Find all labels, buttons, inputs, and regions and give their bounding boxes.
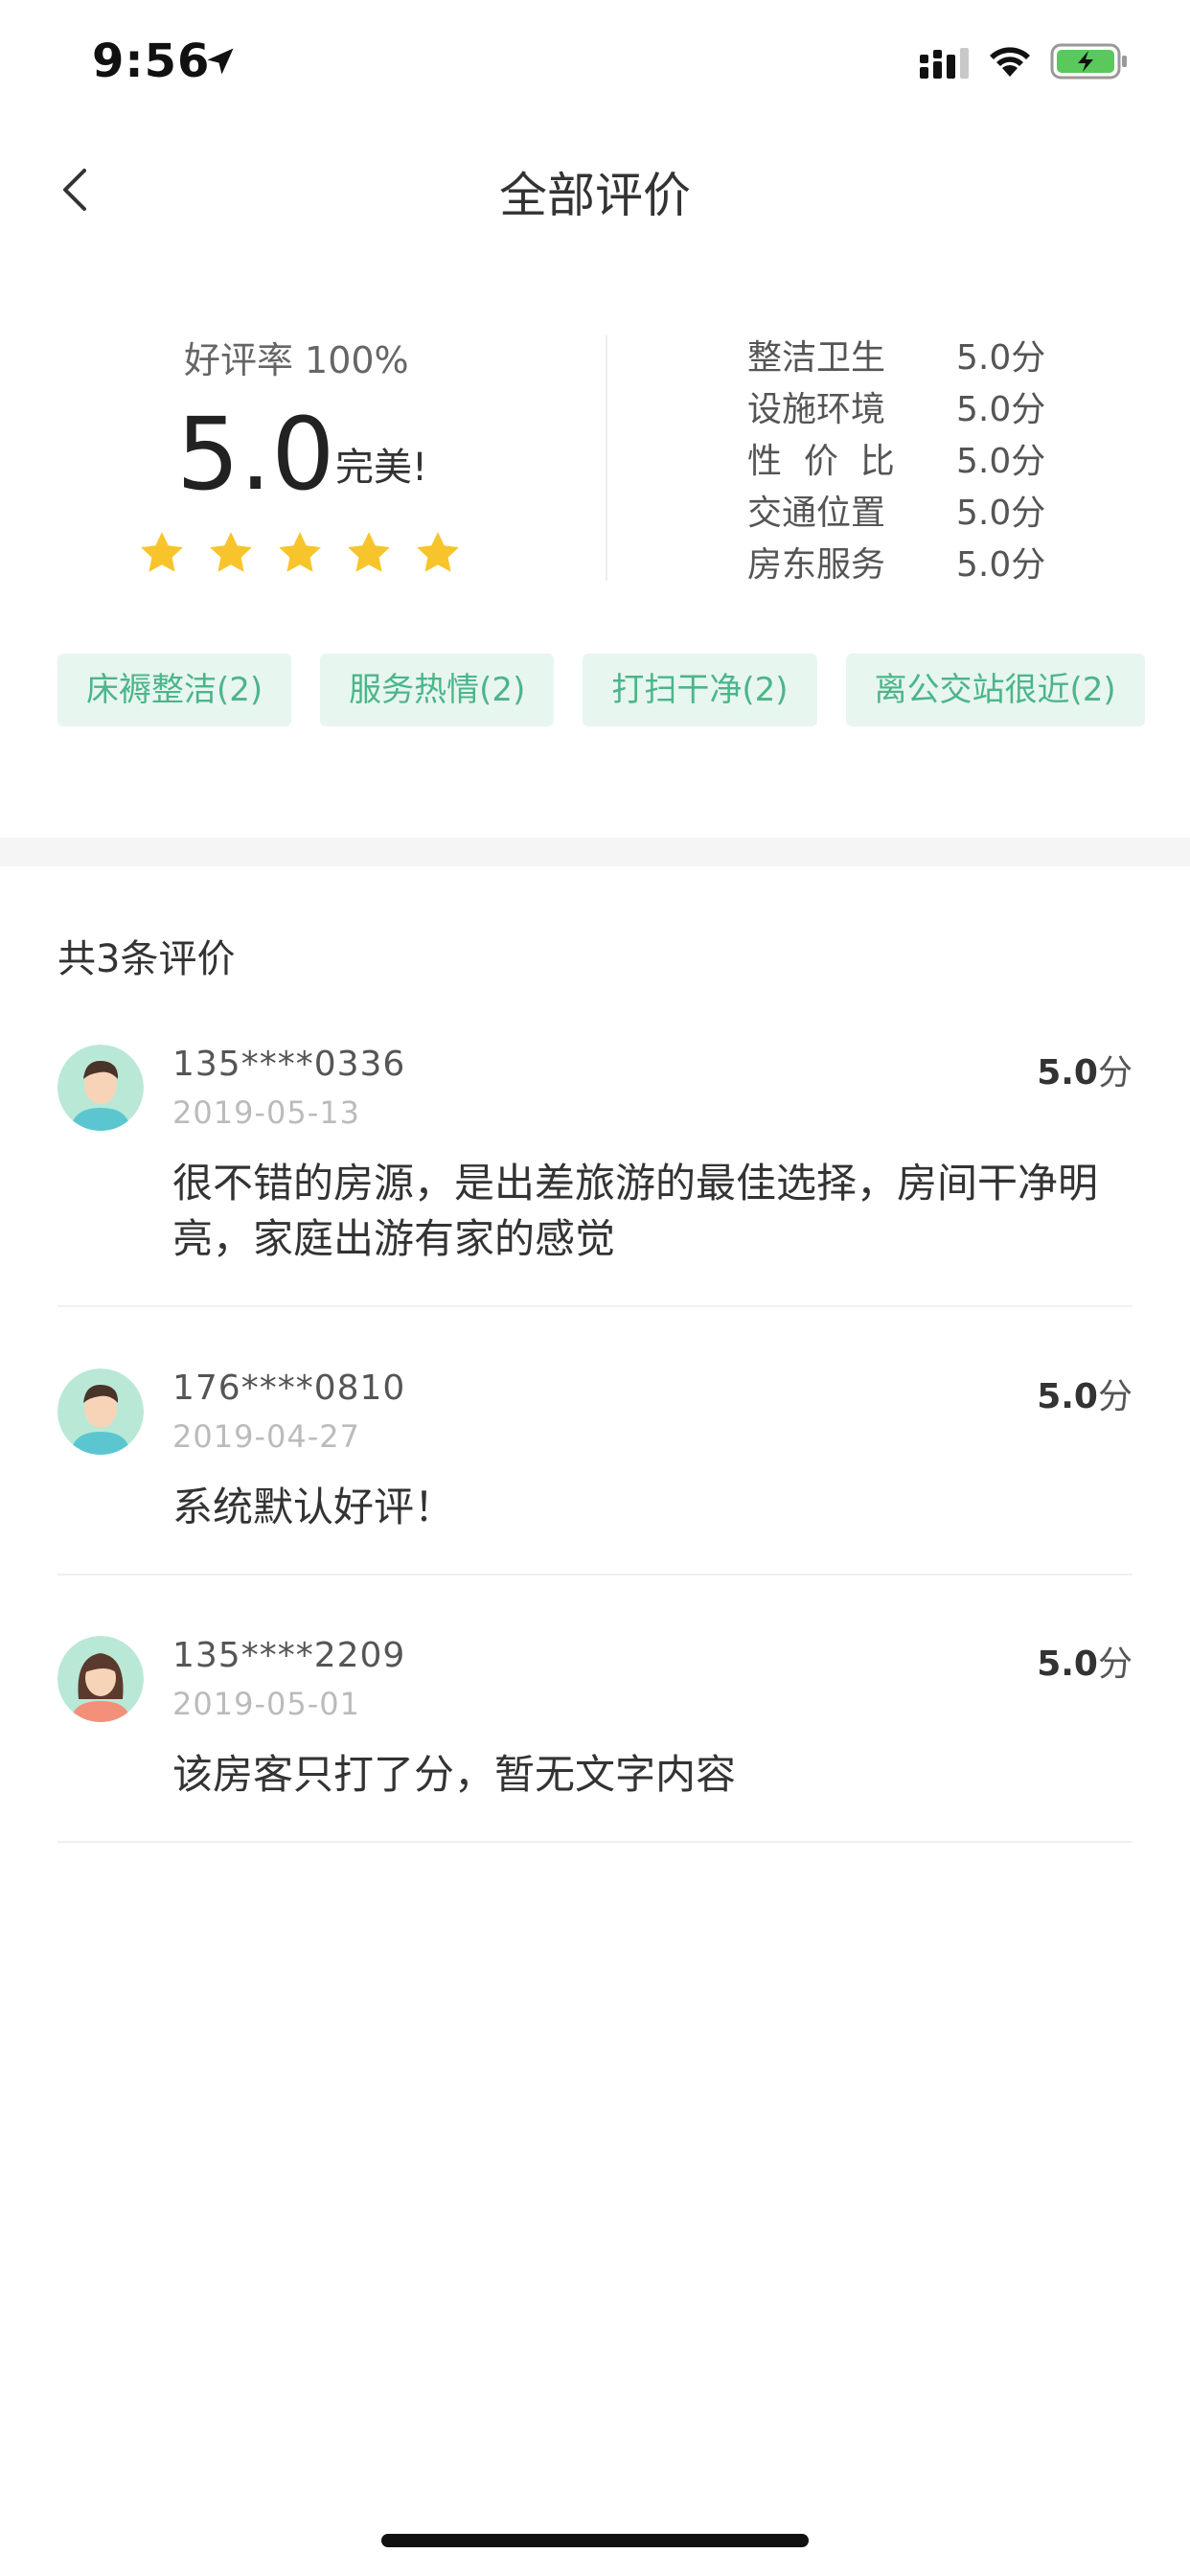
reviewer-name: 135****2209 [172, 1636, 406, 1675]
sub-score-value: 5.0分 [956, 494, 1046, 533]
sub-score-label: 设施环境 [747, 390, 886, 429]
review-tag[interactable]: 床褥整洁(2) [57, 654, 292, 726]
review-score-value: 5.0 [1037, 1644, 1098, 1684]
review-score-value: 5.0 [1037, 1377, 1098, 1416]
male-avatar-icon [57, 1368, 144, 1455]
review-tag[interactable]: 打扫干净(2) [583, 654, 817, 726]
review-tag[interactable]: 离公交站很近(2) [845, 654, 1145, 726]
sub-score-row: 性 价 比 5.0分 [747, 433, 1092, 485]
review-score: 5.0分 [1037, 1045, 1133, 1094]
male-avatar-icon [57, 1045, 144, 1131]
review-score: 5.0分 [1037, 1636, 1133, 1686]
sub-score-label: 交通位置 [747, 494, 886, 533]
rating-summary: 好评率 100% 5.0 完美! 整洁卫生 5.0分 设施环境 5.0分 性 价… [0, 316, 1190, 594]
review-score-unit: 分 [1097, 1053, 1133, 1092]
page-title: 全部评价 [499, 168, 691, 223]
sub-score-value: 5.0分 [956, 442, 1046, 481]
review-count: 共3条评价 [57, 937, 236, 981]
sub-score-row: 整洁卫生 5.0分 [747, 330, 1092, 381]
overall-score: 5.0 [176, 396, 335, 513]
review-tags: 床褥整洁(2) 服务热情(2) 打扫干净(2) 离公交站很近(2) [57, 654, 1145, 726]
review-date: 2019-04-27 [172, 1418, 360, 1455]
review-score-unit: 分 [1097, 1377, 1133, 1416]
sub-score-value: 5.0分 [956, 338, 1046, 378]
review-date: 2019-05-13 [172, 1094, 360, 1131]
section-divider [0, 838, 1190, 866]
review-tag[interactable]: 服务热情(2) [320, 654, 555, 726]
nav-bar: 全部评价 [0, 144, 1190, 236]
star-icon [279, 532, 321, 572]
sub-score-value: 5.0分 [956, 545, 1046, 585]
review-item: 135****2209 2019-05-01 5.0分 该房客只打了分，暂无文字… [57, 1636, 1133, 1843]
good-rate: 好评率 100% [184, 331, 409, 383]
home-indicator[interactable] [381, 2534, 809, 2547]
reviewer-name: 135****0336 [172, 1045, 406, 1084]
sub-score-row: 交通位置 5.0分 [747, 485, 1092, 537]
reviewer-name: 176****0810 [172, 1368, 406, 1408]
review-score-unit: 分 [1097, 1644, 1133, 1684]
good-rate-label: 好评率 [184, 339, 294, 381]
star-icon [210, 532, 252, 572]
cellular-signal-icon [920, 48, 969, 79]
star-icon [348, 532, 390, 572]
sub-score-row: 设施环境 5.0分 [747, 381, 1092, 433]
overall-score-text: 完美! [335, 446, 428, 490]
sub-score-value: 5.0分 [956, 390, 1046, 429]
star-icon [141, 532, 183, 572]
summary-divider [606, 335, 607, 581]
review-text: 系统默认好评！ [172, 1484, 455, 1530]
status-time: 9:56 [92, 34, 211, 88]
location-arrow-icon [207, 48, 234, 75]
battery-charging-icon [1050, 43, 1127, 80]
status-bar: 9:56 [0, 0, 1190, 126]
star-icon [417, 532, 459, 572]
overall-rating: 好评率 100% 5.0 完美! [105, 316, 498, 594]
review-date: 2019-05-01 [172, 1686, 360, 1722]
sub-score-row: 房东服务 5.0分 [747, 537, 1092, 588]
review-item: 135****0336 2019-05-13 5.0分 很不错的房源，是出差旅游… [57, 1045, 1133, 1307]
female-avatar-icon [57, 1636, 144, 1722]
review-score: 5.0分 [1037, 1368, 1133, 1418]
sub-scores: 整洁卫生 5.0分 设施环境 5.0分 性 价 比 5.0分 交通位置 5.0分… [747, 330, 1092, 588]
review-text: 很不错的房源，是出差旅游的最佳选择，房间干净明亮，家庭出游有家的感觉 [172, 1160, 1099, 1262]
reviews-page: 9:56 全部评价 好评率 100% 5.0 完美! 整洁卫生 5.0分 设施环… [0, 0, 1190, 2576]
sub-score-label: 整洁卫生 [747, 338, 886, 378]
wifi-icon [990, 47, 1030, 77]
review-score-value: 5.0 [1037, 1053, 1098, 1092]
review-item: 176****0810 2019-04-27 5.0分 系统默认好评！ [57, 1368, 1133, 1576]
sub-score-label: 性 价 比 [747, 442, 895, 481]
sub-score-label: 房东服务 [747, 545, 886, 585]
review-text: 该房客只打了分，暂无文字内容 [172, 1751, 737, 1798]
star-rating [138, 529, 462, 577]
good-rate-value: 100% [305, 339, 409, 381]
